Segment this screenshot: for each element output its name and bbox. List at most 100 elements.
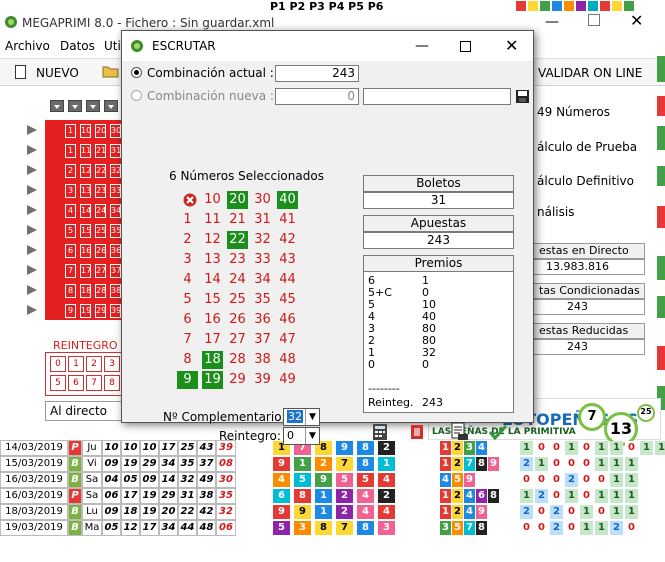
ticket-number-cell[interactable]: 18 — [80, 284, 91, 298]
dialog-number-cell[interactable]: 1 — [177, 211, 198, 229]
dialog-number-cell[interactable]: 8 — [177, 351, 198, 369]
calculo-prueba-button[interactable]: álculo de Prueba — [537, 140, 637, 154]
dialog-number-cell[interactable]: 18 — [202, 351, 223, 369]
ticket-number-cell[interactable]: 14 — [80, 204, 91, 218]
ticket-number-cell[interactable]: 38 — [110, 284, 121, 298]
dialog-number-cell[interactable]: 29 — [227, 371, 248, 389]
open-folder-icon[interactable] — [102, 64, 120, 78]
reintegro-cell[interactable]: 3 — [104, 356, 120, 372]
ticket-number-cell[interactable]: 32 — [110, 164, 121, 178]
row-marker[interactable] — [27, 225, 37, 235]
dialog-number-cell[interactable]: 47 — [277, 331, 298, 349]
accept-check-icon[interactable] — [488, 423, 508, 441]
dialog-number-cell[interactable]: 21 — [227, 211, 248, 229]
main-maximize-button[interactable] — [588, 14, 600, 26]
dialog-number-cell[interactable]: 42 — [277, 231, 298, 249]
ticket-number-cell[interactable]: 10 — [80, 124, 91, 138]
reintegro-cell[interactable]: 2 — [86, 356, 102, 372]
dialog-minimize-button[interactable]: — — [415, 38, 429, 54]
ticket-grid[interactable]: 1 10 20 30 1 11 21 31 2 12 22 32 3 13 23 33 4 14 24 34 5 15 25… — [45, 120, 125, 320]
dialog-number-cell[interactable]: 15 — [202, 291, 223, 309]
ticket-number-cell[interactable]: 13 — [80, 184, 91, 198]
dialog-number-cell[interactable]: 4 — [177, 271, 198, 289]
dialog-number-cell[interactable]: 40 — [277, 191, 298, 209]
dialog-number-cell[interactable]: 5 — [177, 291, 198, 309]
reintegro-grid[interactable]: 0 1 2 3 5 6 7 8 — [45, 352, 125, 396]
chevron-down-icon[interactable]: ▼ — [305, 428, 319, 444]
dialog-number-cell[interactable]: 2 — [177, 231, 198, 249]
reintegro-cell[interactable]: 5 — [50, 375, 66, 391]
main-minimize-button[interactable]: — — [545, 14, 559, 30]
row-marker[interactable] — [27, 305, 37, 315]
ticket-number-cell[interactable]: 39 — [110, 304, 121, 318]
dialog-number-cell[interactable]: 20 — [227, 191, 248, 209]
menu-archivo[interactable]: Archivo — [5, 39, 50, 53]
comb-actual-field[interactable]: 243 — [275, 65, 359, 82]
ticket-number-cell[interactable]: 23 — [95, 184, 106, 198]
clear-x-icon[interactable] — [183, 193, 197, 207]
reintegro-cell[interactable]: 7 — [86, 375, 102, 391]
ticket-number-cell[interactable]: 12 — [80, 164, 91, 178]
ticket-number-cell[interactable]: 35 — [110, 224, 121, 238]
reintegro-cell[interactable]: 1 — [68, 356, 84, 372]
ticket-number-cell[interactable]: 21 — [95, 144, 106, 158]
dialog-number-cell[interactable]: 22 — [227, 231, 248, 249]
ticket-number-cell[interactable]: 1 — [65, 124, 76, 138]
print-report-icon[interactable] — [449, 422, 469, 440]
reintegro-cell[interactable]: 0 — [50, 356, 66, 372]
comb-actual-radio[interactable] — [131, 67, 142, 78]
dialog-number-cell[interactable]: 30 — [252, 191, 273, 209]
dialog-number-cell[interactable]: 37 — [252, 331, 273, 349]
dialog-number-cell[interactable]: 17 — [202, 331, 223, 349]
ticket-number-cell[interactable]: 17 — [80, 264, 91, 278]
dialog-number-cell[interactable]: 7 — [177, 331, 198, 349]
dialog-number-cell[interactable]: 10 — [202, 191, 223, 209]
ticket-number-cell[interactable]: 3 — [65, 184, 76, 198]
dialog-number-cell[interactable]: 13 — [202, 251, 223, 269]
dialog-number-cell[interactable]: 3 — [177, 251, 198, 269]
ticket-number-cell[interactable]: 6 — [65, 244, 76, 258]
ticket-number-cell[interactable]: 24 — [95, 204, 106, 218]
ticket-number-cell[interactable]: 36 — [110, 244, 121, 258]
dialog-number-cell[interactable]: 24 — [227, 271, 248, 289]
ticket-number-cell[interactable]: 11 — [80, 144, 91, 158]
ticket-number-cell[interactable]: 28 — [95, 284, 106, 298]
dialog-number-cell[interactable]: 44 — [277, 271, 298, 289]
directo-select[interactable]: Al directo — [45, 401, 125, 421]
row-marker[interactable] — [27, 145, 37, 155]
ticket-number-cell[interactable]: 2 — [65, 164, 76, 178]
ticket-number-cell[interactable]: 7 — [65, 264, 76, 278]
dialog-number-cell[interactable]: 46 — [277, 311, 298, 329]
analisis-button[interactable]: nálisis — [537, 205, 574, 219]
ticket-number-cell[interactable]: 8 — [65, 284, 76, 298]
row-marker[interactable] — [27, 285, 37, 295]
dialog-number-cell[interactable]: 28 — [227, 351, 248, 369]
dialog-number-cell[interactable]: 48 — [277, 351, 298, 369]
ticket-number-cell[interactable]: 5 — [65, 224, 76, 238]
ticket-number-cell[interactable]: 26 — [95, 244, 106, 258]
dialog-number-cell[interactable]: 27 — [227, 331, 248, 349]
ticket-number-cell[interactable]: 1 — [65, 144, 76, 158]
dialog-number-cell[interactable]: 36 — [252, 311, 273, 329]
comb-nueva-field[interactable]: 0 — [275, 88, 359, 105]
row-marker[interactable] — [27, 265, 37, 275]
validar-online-button[interactable]: VALIDAR ON LINE — [538, 66, 642, 80]
dialog-number-cell[interactable]: 25 — [227, 291, 248, 309]
dialog-number-cell[interactable]: 12 — [202, 231, 223, 249]
calculo-definitivo-button[interactable]: álculo Definitivo — [537, 174, 634, 188]
reintegro-cell[interactable]: 6 — [68, 375, 84, 391]
dialog-number-cell[interactable]: 49 — [277, 371, 298, 389]
reintegro-select[interactable]: 0 ▼ — [283, 427, 320, 445]
ticket-number-cell[interactable]: 29 — [95, 304, 106, 318]
dialog-number-cell[interactable]: 19 — [202, 371, 223, 389]
dialog-number-cell[interactable]: 23 — [227, 251, 248, 269]
reintegro-cell[interactable]: 8 — [104, 375, 120, 391]
complementario-select[interactable]: 32 ▼ — [283, 408, 320, 426]
dialog-number-cell[interactable]: 31 — [252, 211, 273, 229]
dialog-number-cell[interactable]: 43 — [277, 251, 298, 269]
chevron-down-icon[interactable]: ▼ — [305, 409, 319, 425]
save-disk-icon[interactable] — [515, 89, 530, 104]
dialog-number-cell[interactable]: 6 — [177, 311, 198, 329]
dialog-close-button[interactable]: ✕ — [505, 36, 518, 55]
ticket-number-cell[interactable]: 22 — [95, 164, 106, 178]
